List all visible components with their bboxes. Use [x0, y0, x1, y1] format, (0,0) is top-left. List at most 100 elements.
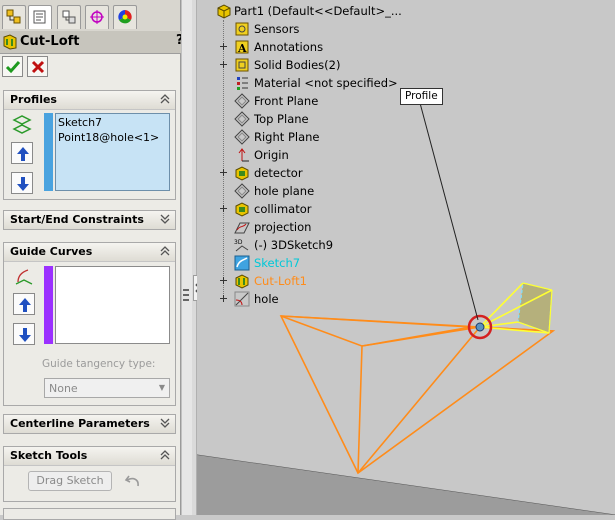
- manager-tabs: [0, 0, 180, 32]
- tree-root-label: Part1 (Default<<Default>_...: [234, 4, 402, 18]
- 3d-sketch-icon: 3D: [234, 239, 249, 252]
- profiles-selection-box[interactable]: Sketch7 Point18@hole<1>: [55, 113, 170, 191]
- guide-curves-header[interactable]: Guide Curves: [4, 243, 175, 262]
- guide-move-down-button[interactable]: [13, 323, 35, 345]
- sketch-icon: [234, 255, 250, 271]
- extrude-feature-icon: [235, 166, 249, 181]
- projected-curve-icon: [234, 222, 250, 234]
- guide-tangency-select[interactable]: None ▼: [44, 378, 170, 398]
- start-end-header[interactable]: Start/End Constraints: [4, 211, 175, 229]
- point18-marker[interactable]: [475, 322, 485, 332]
- cancel-x-icon: [31, 60, 45, 74]
- arrow-down-icon: [19, 328, 31, 342]
- guide-tangency-label: Guide tangency type:: [42, 358, 156, 370]
- dimxpert-tab[interactable]: [85, 5, 109, 29]
- centerline-title: Centerline Parameters: [10, 417, 150, 430]
- expand-plus-icon[interactable]: [219, 276, 228, 285]
- move-down-button[interactable]: [11, 172, 33, 194]
- expand-plus-icon[interactable]: [219, 294, 228, 303]
- property-manager-icon: [33, 10, 46, 24]
- tree-item-label: hole plane: [254, 184, 315, 198]
- tree-item-label: detector: [254, 166, 303, 180]
- property-manager-tab[interactable]: [28, 5, 52, 29]
- next-group-partial[interactable]: [3, 508, 176, 520]
- tree-item-label: Origin: [254, 148, 289, 162]
- arrow-up-icon: [17, 147, 29, 161]
- color-wheel-icon: [118, 10, 132, 24]
- guide-curve-icon: [15, 269, 33, 285]
- feature-manager-tab[interactable]: [2, 5, 26, 29]
- crosshair-icon: [90, 10, 104, 24]
- tree-item-label: Sensors: [254, 22, 300, 36]
- profile-item[interactable]: Sketch7: [58, 116, 102, 130]
- sketch-icon: [234, 291, 250, 307]
- feature-tree-icon: [6, 9, 21, 24]
- expand-chevron-icon[interactable]: [159, 213, 171, 225]
- profiles-title: Profiles: [10, 93, 57, 106]
- expand-plus-icon[interactable]: [219, 168, 228, 177]
- tree-item-label: Sketch7: [254, 256, 301, 270]
- tree-item-label: (-) 3DSketch9: [254, 238, 334, 252]
- move-up-button[interactable]: [11, 142, 33, 164]
- feature-title-bar: Cut-Loft ?: [0, 31, 192, 54]
- plane-icon: [234, 93, 250, 109]
- solid-bodies-icon: [235, 58, 249, 72]
- plane-icon: [234, 183, 250, 199]
- profiles-color-stripe: [44, 113, 53, 191]
- ok-button[interactable]: [2, 56, 23, 77]
- tree-item-label: Top Plane: [254, 112, 309, 126]
- collapse-chevron-icon[interactable]: [159, 449, 171, 461]
- cut-loft-icon: [3, 34, 17, 50]
- dropdown-arrow-icon: ▼: [158, 383, 165, 392]
- tree-item-label: Right Plane: [254, 130, 320, 144]
- annotations-icon: A: [235, 40, 249, 55]
- guide-curves-color-stripe: [44, 266, 53, 344]
- sketch-tools-title: Sketch Tools: [10, 449, 88, 462]
- feature-title: Cut-Loft: [20, 34, 80, 49]
- profiles-header[interactable]: Profiles: [4, 91, 175, 110]
- sensors-icon: [235, 22, 249, 36]
- undo-icon[interactable]: [124, 473, 142, 489]
- checkmark-icon: [5, 61, 21, 74]
- expand-plus-icon[interactable]: [219, 204, 228, 213]
- cut-loft-icon: [235, 274, 249, 289]
- start-end-constraints-group[interactable]: Start/End Constraints: [3, 210, 176, 230]
- extrude-feature-icon: [235, 202, 249, 217]
- configuration-manager-tab[interactable]: [57, 5, 81, 29]
- tree-item-label: Front Plane: [254, 94, 319, 108]
- collapse-chevron-icon[interactable]: [159, 245, 171, 257]
- expand-plus-icon[interactable]: [219, 42, 228, 51]
- tree-item-label: hole: [254, 292, 279, 306]
- profile-callout[interactable]: Profile: [400, 88, 443, 105]
- centerline-parameters-group[interactable]: Centerline Parameters: [3, 414, 176, 434]
- plane-icon: [234, 111, 250, 127]
- display-manager-tab[interactable]: [113, 5, 137, 29]
- material-icon: [237, 77, 248, 90]
- configuration-icon: [62, 10, 76, 24]
- centerline-header[interactable]: Centerline Parameters: [4, 415, 175, 433]
- expand-chevron-icon[interactable]: [159, 417, 171, 429]
- plane-icon: [234, 129, 250, 145]
- sketch-tools-header[interactable]: Sketch Tools: [4, 447, 175, 466]
- arrow-up-icon: [19, 298, 31, 312]
- loft-profile-icon: [12, 115, 32, 134]
- guide-curves-title: Guide Curves: [10, 245, 93, 258]
- tree-item-label: Solid Bodies(2): [254, 58, 341, 72]
- tree-item-label: projection: [254, 220, 312, 234]
- property-manager-panel: Cut-Loft ? Profiles Sketch7 Point18@hole…: [0, 0, 192, 520]
- drag-sketch-button[interactable]: Drag Sketch: [28, 471, 112, 491]
- expand-plus-icon[interactable]: [219, 60, 228, 69]
- tree-item-label: Cut-Loft1: [254, 274, 307, 288]
- guide-tangency-value: None: [49, 382, 78, 395]
- cancel-button[interactable]: [27, 56, 48, 77]
- guide-move-up-button[interactable]: [13, 293, 35, 315]
- origin-icon: [238, 148, 249, 162]
- svg-text:3D: 3D: [234, 239, 243, 246]
- splitter-grip-icon[interactable]: [182, 288, 190, 302]
- svg-text:A: A: [237, 42, 247, 55]
- profile-item[interactable]: Point18@hole<1>: [58, 131, 159, 145]
- collapse-chevron-icon[interactable]: [159, 93, 171, 105]
- guide-curves-selection-box[interactable]: [55, 266, 170, 344]
- property-manager-scrollbar[interactable]: [181, 0, 192, 515]
- start-end-title: Start/End Constraints: [10, 213, 144, 226]
